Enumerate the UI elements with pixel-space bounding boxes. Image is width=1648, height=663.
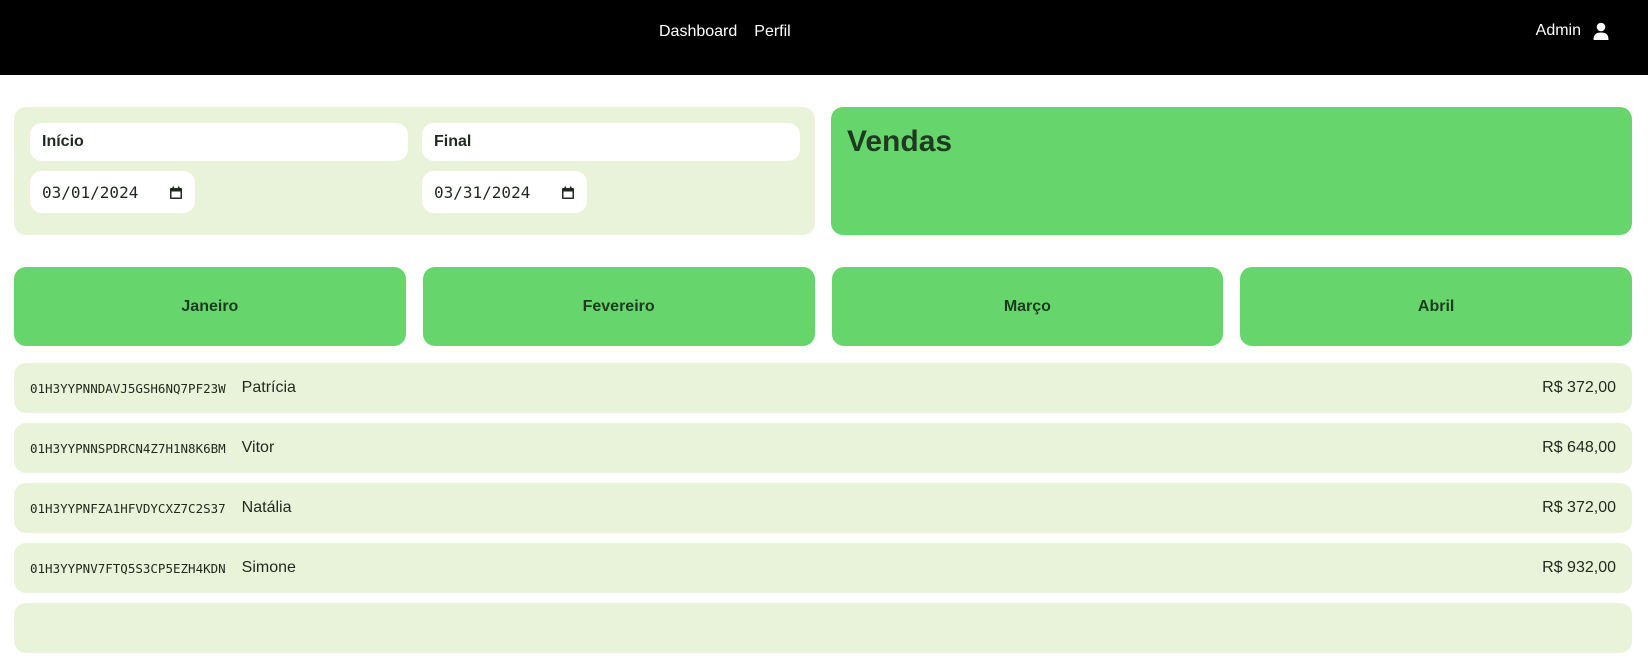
sale-row[interactable]: 01H3YYPNV7FTQ5S3CP5EZH4KDN Simone R$ 932… <box>14 543 1632 593</box>
sale-id: 01H3YYPNNDAVJ5GSH6NQ7PF23W <box>30 380 226 396</box>
sales-list: 01H3YYPNNDAVJ5GSH6NQ7PF23W Patrícia R$ 3… <box>14 363 1632 663</box>
sale-customer-name: Vitor <box>241 439 275 456</box>
calendar-icon[interactable] <box>561 185 575 199</box>
month-button-fevereiro[interactable]: Fevereiro <box>422 267 815 346</box>
sale-amount: R$ 932,00 <box>1542 559 1616 576</box>
start-date-input[interactable]: 03/01/2024 <box>30 171 195 213</box>
nav-dashboard-link[interactable]: Dashboard <box>659 23 737 41</box>
start-date-value: 03/01/2024 <box>42 182 139 202</box>
sale-id: 01H3YYPNV7FTQ5S3CP5EZH4KDN <box>30 560 226 576</box>
sale-id: 01H3YYPNFZA1HFVDYCXZ7C2S37 <box>30 500 226 516</box>
sale-amount: R$ 372,00 <box>1542 379 1616 396</box>
sale-amount: R$ 372,00 <box>1542 499 1616 516</box>
sale-row[interactable]: 01H3YYPNNSPDRCN4Z7H1N8K6BM Vitor R$ 648,… <box>14 423 1632 473</box>
top-navbar: Dashboard Perfil Admin <box>0 0 1648 75</box>
sale-id: 01H3YYPNNSPDRCN4Z7H1N8K6BM <box>30 440 226 456</box>
user-name: Admin <box>1535 22 1581 39</box>
sale-row[interactable]: 01H3YYPNFZA1HFVDYCXZ7C2S37 Natália R$ 37… <box>14 483 1632 533</box>
month-button-abril[interactable]: Abril <box>1240 267 1632 346</box>
user-menu[interactable]: Admin <box>1536 22 1609 40</box>
start-date-label: Início <box>30 123 408 161</box>
user-icon <box>1593 22 1609 40</box>
nav-perfil-link[interactable]: Perfil <box>754 23 790 41</box>
sale-customer-name: Simone <box>241 559 296 576</box>
sale-amount: R$ 648,00 <box>1542 439 1616 456</box>
sales-summary-card: Vendas <box>831 107 1632 235</box>
main-nav: Dashboard Perfil <box>659 23 791 41</box>
end-date-input[interactable]: 03/31/2024 <box>422 171 587 213</box>
sale-row-partial[interactable] <box>14 603 1632 653</box>
calendar-icon[interactable] <box>169 185 183 199</box>
sale-customer-name: Natália <box>241 499 292 516</box>
month-button-janeiro[interactable]: Janeiro <box>14 267 406 346</box>
month-button-marco[interactable]: Março <box>831 267 1224 346</box>
sales-title: Vendas <box>847 125 953 158</box>
date-filter-card: Início 03/01/2024 Final 03/31/2024 <box>14 107 815 235</box>
sale-row[interactable]: 01H3YYPNNDAVJ5GSH6NQ7PF23W Patrícia R$ 3… <box>14 363 1632 413</box>
month-buttons: Janeiro Fevereiro Março Abril <box>14 267 1632 346</box>
end-date-value: 03/31/2024 <box>434 182 531 202</box>
sale-customer-name: Patrícia <box>241 379 296 396</box>
end-date-label: Final <box>422 123 800 161</box>
